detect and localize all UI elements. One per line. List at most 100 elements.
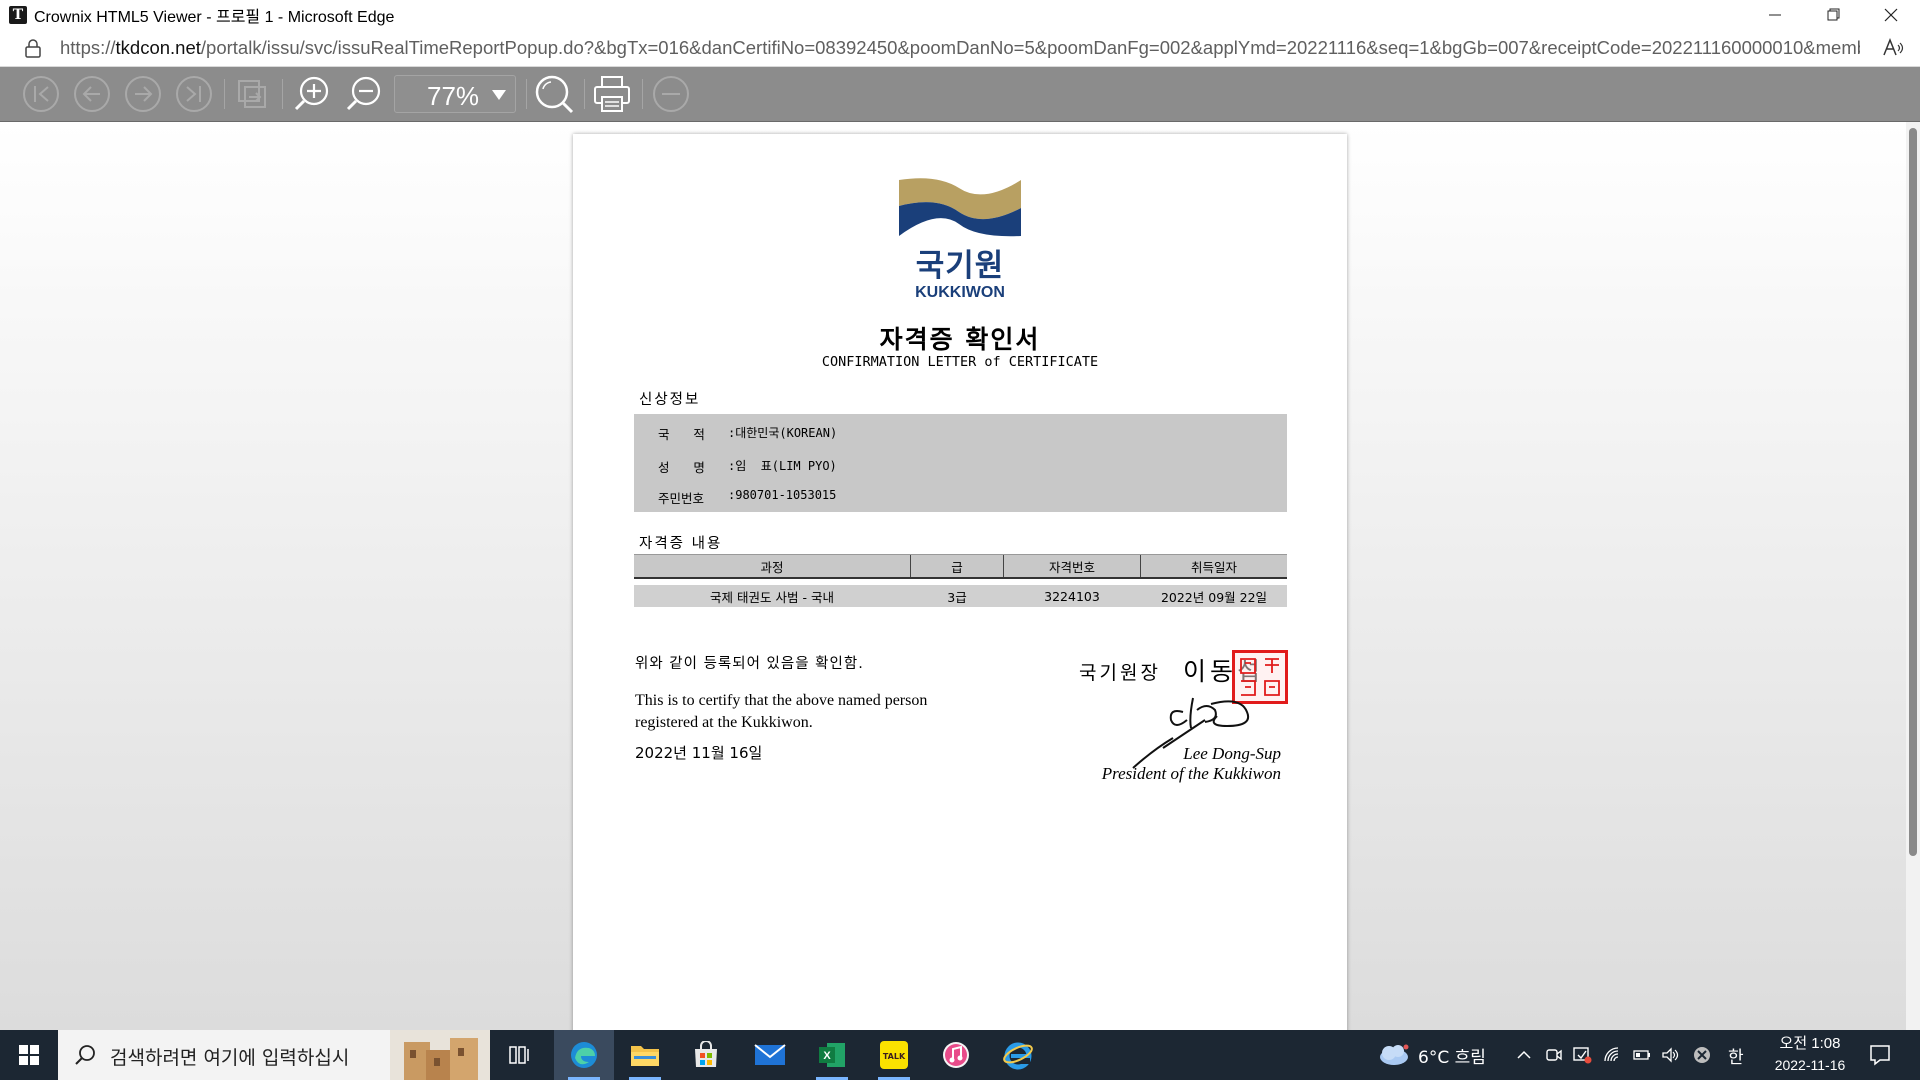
windows-logo-icon (19, 1045, 39, 1065)
restore-button[interactable] (1804, 0, 1862, 29)
personal-label: 성 명 (658, 460, 705, 475)
table-header-cell: 취득일자 (1190, 559, 1237, 575)
kakaotalk-icon: TALK (880, 1041, 908, 1069)
lock-icon[interactable] (24, 38, 42, 58)
print-button[interactable] (590, 74, 634, 114)
input-method-indicator[interactable]: 한 (1728, 1043, 1744, 1068)
signer-title-english: President of the Kukkiwon (1101, 764, 1281, 783)
weather-text: 6°C 흐림 (1418, 1047, 1486, 1068)
notification-center-icon[interactable] (1868, 1043, 1892, 1067)
volume-icon[interactable] (1660, 1045, 1680, 1065)
url-path: /portalk/issu/svc/issuRealTimeReportPopu… (200, 36, 1860, 58)
export-button[interactable] (230, 74, 274, 114)
printer-icon (594, 76, 630, 112)
first-page-button[interactable] (19, 74, 63, 114)
restore-icon (1827, 8, 1839, 21)
signer-name-english: Lee Dong-Sup (1183, 744, 1281, 763)
folder-icon (631, 1046, 659, 1066)
url-field[interactable]: https://tkdcon.net/portalk/issu/svc/issu… (60, 37, 1860, 59)
personal-row-name: 성 명 :임 표(LIM PYO) (658, 457, 837, 476)
svg-text:TALK: TALK (883, 1052, 906, 1061)
table-header-row: 과정 급 자격번호 취득일자 (634, 554, 1287, 579)
table-cell: 2022년 09월 22일 (1160, 589, 1268, 605)
confirmation-text-korean: 위와 같이 등록되어 있음을 확인함. (635, 656, 864, 672)
toolbar-separator (282, 79, 283, 109)
security-alert-icon[interactable] (1572, 1045, 1592, 1065)
system-clock[interactable]: 오전 1:08 2022-11-16 (1760, 1034, 1860, 1076)
windows-taskbar: 검색하려면 여기에 입력하십시 X TALK 6°C 흐림 한 오전 1:08 … (0, 1030, 1920, 1080)
chevron-up-icon[interactable] (1514, 1045, 1534, 1065)
taskbar-app-excel[interactable]: X (802, 1030, 862, 1080)
store-icon (695, 1041, 717, 1067)
taskbar-app-itunes[interactable] (926, 1030, 986, 1080)
toolbar-separator (642, 79, 643, 109)
taskbar-app-internet-explorer[interactable] (988, 1030, 1048, 1080)
typora-app-icon: T (9, 5, 27, 24)
close-button[interactable] (1862, 0, 1920, 29)
meet-now-icon[interactable] (1544, 1045, 1564, 1065)
arrow-left-icon (74, 76, 110, 112)
confirmation-text-english: This is to certify that the above named … (635, 692, 928, 731)
taskbar-app-kakaotalk[interactable]: TALK (864, 1030, 924, 1080)
clock-date: 2022-11-16 (1774, 1057, 1846, 1073)
issue-date: 2022년 11월 16일 (635, 744, 763, 762)
table-cell: 3급 (947, 589, 967, 605)
close-icon (1884, 8, 1898, 21)
viewer-toolbar: 77% (0, 67, 1920, 122)
start-button[interactable] (0, 1030, 58, 1080)
last-page-button[interactable] (172, 74, 216, 114)
next-page-button[interactable] (121, 74, 165, 114)
previous-page-button[interactable] (70, 74, 114, 114)
chevron-down-icon (492, 90, 506, 100)
battery-icon[interactable] (1632, 1045, 1652, 1065)
url-prefix: https:// (60, 36, 116, 58)
task-view-button[interactable] (490, 1030, 550, 1080)
taskbar-app-mail[interactable] (740, 1030, 800, 1080)
window-title: Crownix HTML5 Viewer - 프로필 1 - Microsoft… (34, 8, 395, 26)
scrollbar-thumb[interactable] (1909, 128, 1917, 856)
close-viewer-button[interactable] (649, 74, 693, 114)
taskbar-search-box[interactable]: 검색하려면 여기에 입력하십시 (58, 1030, 490, 1080)
taskbar-app-store[interactable] (676, 1030, 736, 1080)
network-disconnected-icon[interactable] (1692, 1045, 1712, 1065)
clock-time: 오전 1:08 (1779, 1035, 1841, 1052)
table-header-cell: 과정 (634, 555, 911, 577)
zoom-out-icon (346, 76, 381, 111)
table-header-cell: 급 (911, 555, 1004, 577)
personal-value: :임 표(LIM PYO) (728, 459, 837, 473)
search-placeholder: 검색하려면 여기에 입력하십시 (110, 1047, 350, 1069)
wifi-icon[interactable] (1602, 1045, 1622, 1065)
document-title-korean: 자격증 확인서 (879, 325, 1041, 354)
weather-widget[interactable]: 6°C 흐림 (1376, 1030, 1486, 1080)
task-view-icon (509, 1046, 529, 1064)
zoom-in-button[interactable] (290, 74, 334, 114)
personal-info-box: 국 적 :대한민국(KOREAN) 성 명 :임 표(LIM PYO) 주민번호… (634, 414, 1287, 512)
internet-explorer-icon (1003, 1042, 1033, 1070)
vertical-scrollbar[interactable] (1906, 122, 1920, 1030)
search-highlight-illustration (390, 1030, 490, 1080)
url-domain: tkdcon.net (115, 36, 201, 58)
taskbar-app-edge[interactable] (554, 1030, 614, 1080)
toolbar-separator (224, 79, 225, 109)
svg-text:X: X (823, 1050, 831, 1062)
table-row: 국제 태권도 사범 - 국내 3급 3224103 2022년 09월 22일 (634, 585, 1287, 607)
search-button[interactable] (532, 74, 576, 114)
read-aloud-icon[interactable] (1882, 37, 1904, 59)
search-icon (75, 1045, 95, 1065)
arrow-right-icon (125, 76, 161, 112)
logo-english-text: KUKKIWON (915, 284, 1005, 301)
logo-korean-text: 국기원 (915, 248, 1005, 284)
export-icon (238, 80, 266, 108)
minimize-button[interactable] (1746, 0, 1804, 29)
personal-section-label: 신상정보 (639, 392, 701, 408)
address-bar: https://tkdcon.net/portalk/issu/svc/issu… (0, 29, 1920, 67)
personal-label: 주민번호 (658, 491, 705, 506)
toolbar-separator (526, 79, 527, 109)
taskbar-app-file-explorer[interactable] (615, 1030, 675, 1080)
zoom-value: 77% (427, 81, 480, 111)
zoom-select[interactable]: 77% (394, 75, 516, 113)
zoom-out-button[interactable] (342, 74, 386, 114)
president-title-korean: 국기원장 (1079, 662, 1161, 684)
toolbar-separator (584, 79, 585, 109)
first-page-icon (23, 76, 59, 112)
